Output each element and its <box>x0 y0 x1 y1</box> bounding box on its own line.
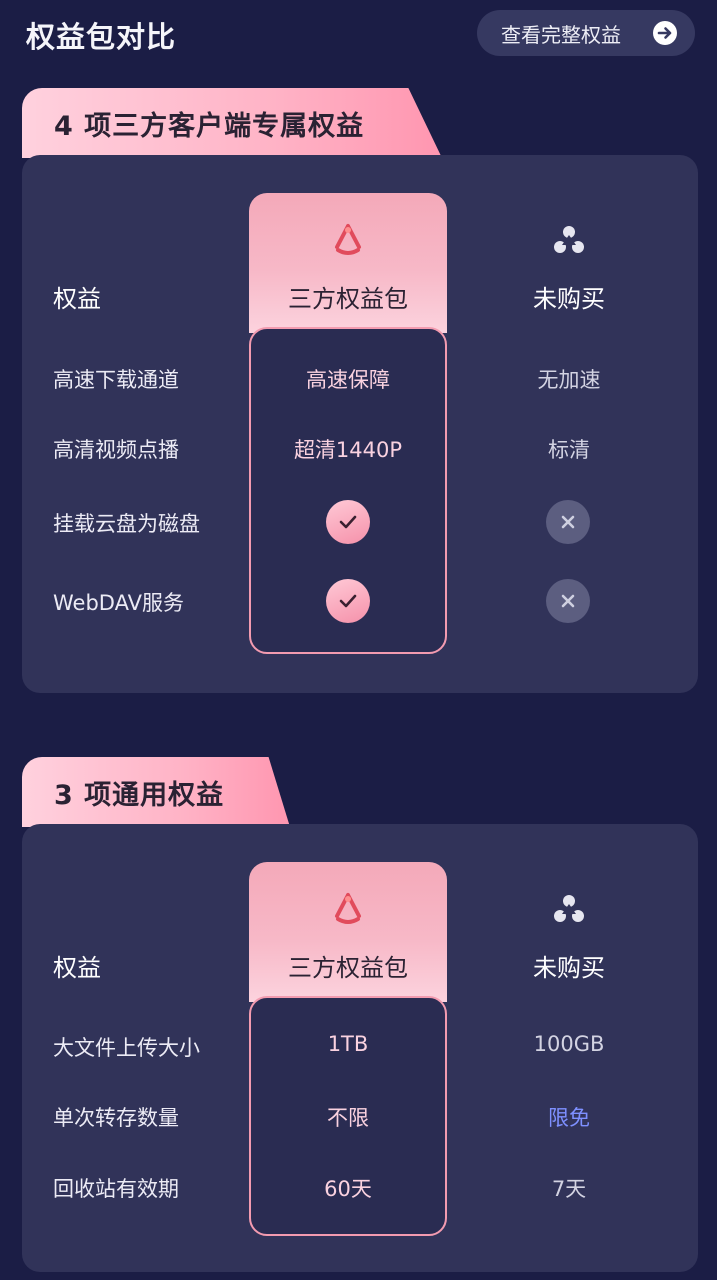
check-icon <box>326 579 370 623</box>
comparison-card-exclusive: 权益 三方权益包 未购买 高速下载通道 高速保障 无加速 高清视频点播 超清14… <box>22 155 698 693</box>
unpurchased-value: 限免 <box>548 1106 590 1130</box>
unpurchased-value: 无加速 <box>537 368 601 392</box>
row-label: 单次转存数量 <box>53 1106 179 1130</box>
package-column-label: 三方权益包 <box>288 285 408 313</box>
unpurchased-value: 7天 <box>551 1177 587 1201</box>
unpurchased-column-label: 未购买 <box>533 954 605 982</box>
close-icon <box>546 500 590 544</box>
unpurchased-logo-icon <box>554 895 584 922</box>
close-icon <box>546 579 590 623</box>
arrow-right-circle-icon <box>653 21 677 45</box>
three-party-package-logo-icon <box>335 893 361 924</box>
section-title: 3 项通用权益 <box>54 780 225 811</box>
page-title: 权益包对比 <box>26 20 177 54</box>
three-party-package-logo-icon <box>335 224 361 255</box>
package-value: 超清1440P <box>293 438 403 462</box>
check-icon <box>326 500 370 544</box>
benefit-comparison-page: 权益包对比 查看完整权益 4 项三方客户端专属权益 权益 三方权益包 未购买 高… <box>0 0 717 1280</box>
section-title: 4 项三方客户端专属权益 <box>54 111 365 142</box>
unpurchased-logo-icon <box>554 226 584 253</box>
row-label: 回收站有效期 <box>53 1177 179 1201</box>
comparison-card-general: 权益 三方权益包 未购买 大文件上传大小 1TB 100GB 单次转存数量 不限… <box>22 824 698 1272</box>
row-label: 大文件上传大小 <box>53 1036 200 1060</box>
section-tab-general: 3 项通用权益 <box>22 757 290 827</box>
package-value: 不限 <box>327 1106 369 1130</box>
row-label: 高速下载通道 <box>53 368 179 392</box>
row-label: 高清视频点播 <box>53 438 179 462</box>
package-value: 1TB <box>327 1032 369 1056</box>
unpurchased-column-label: 未购买 <box>533 285 605 313</box>
unpurchased-value: 标清 <box>548 438 590 462</box>
package-column-label: 三方权益包 <box>288 954 408 982</box>
unpurchased-value: 100GB <box>533 1032 605 1056</box>
package-value: 60天 <box>324 1177 372 1201</box>
view-all-benefits-label: 查看完整权益 <box>501 22 621 47</box>
package-value: 高速保障 <box>306 368 390 392</box>
row-label: 挂载云盘为磁盘 <box>53 512 200 536</box>
view-all-benefits-button[interactable]: 查看完整权益 <box>477 10 695 56</box>
section-tab-exclusive: 4 项三方客户端专属权益 <box>22 88 442 158</box>
benefit-column-label: 权益 <box>53 954 101 982</box>
benefit-column-label: 权益 <box>53 285 101 313</box>
row-label: WebDAV服务 <box>53 591 184 615</box>
